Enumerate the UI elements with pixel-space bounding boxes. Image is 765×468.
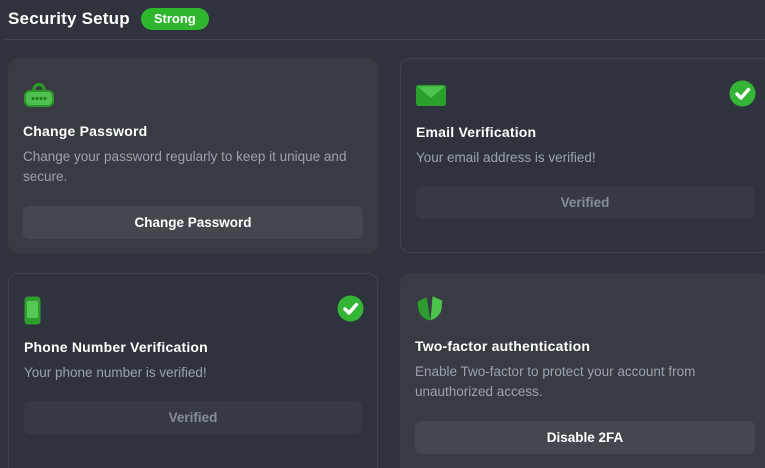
two-factor-card: Two-factor authentication Enable Two-fac… [400,273,765,468]
card-title: Phone Number Verification [24,339,362,355]
security-setup-header: Security Setup Strong [0,0,765,32]
phone-verification-card: Phone Number Verification Your phone num… [8,273,378,468]
card-title: Email Verification [416,124,754,140]
card-title: Two-factor authentication [415,338,755,354]
lock-icon [23,80,363,108]
card-description: Your email address is verified! [416,148,754,168]
card-description: Change your password regularly to keep i… [23,147,363,188]
page-title: Security Setup [8,9,130,29]
verified-check-icon [337,295,364,322]
email-verified-button[interactable]: Verified [416,186,754,219]
change-password-card: Change Password Change your password reg… [8,58,378,253]
change-password-button[interactable]: Change Password [23,206,363,239]
header-divider [5,39,765,40]
security-strength-badge: Strong [141,8,209,31]
phone-icon [24,296,362,324]
envelope-icon [416,81,754,109]
phone-verified-button[interactable]: Verified [24,401,362,434]
card-description: Your phone number is verified! [24,363,362,383]
verified-check-icon [729,80,756,107]
security-cards-grid: Change Password Change your password reg… [8,58,765,468]
disable-2fa-button[interactable]: Disable 2FA [415,421,755,454]
shield-icon [415,295,755,323]
email-verification-card: Email Verification Your email address is… [400,58,765,253]
card-title: Change Password [23,123,363,139]
card-description: Enable Two-factor to protect your accoun… [415,362,755,403]
